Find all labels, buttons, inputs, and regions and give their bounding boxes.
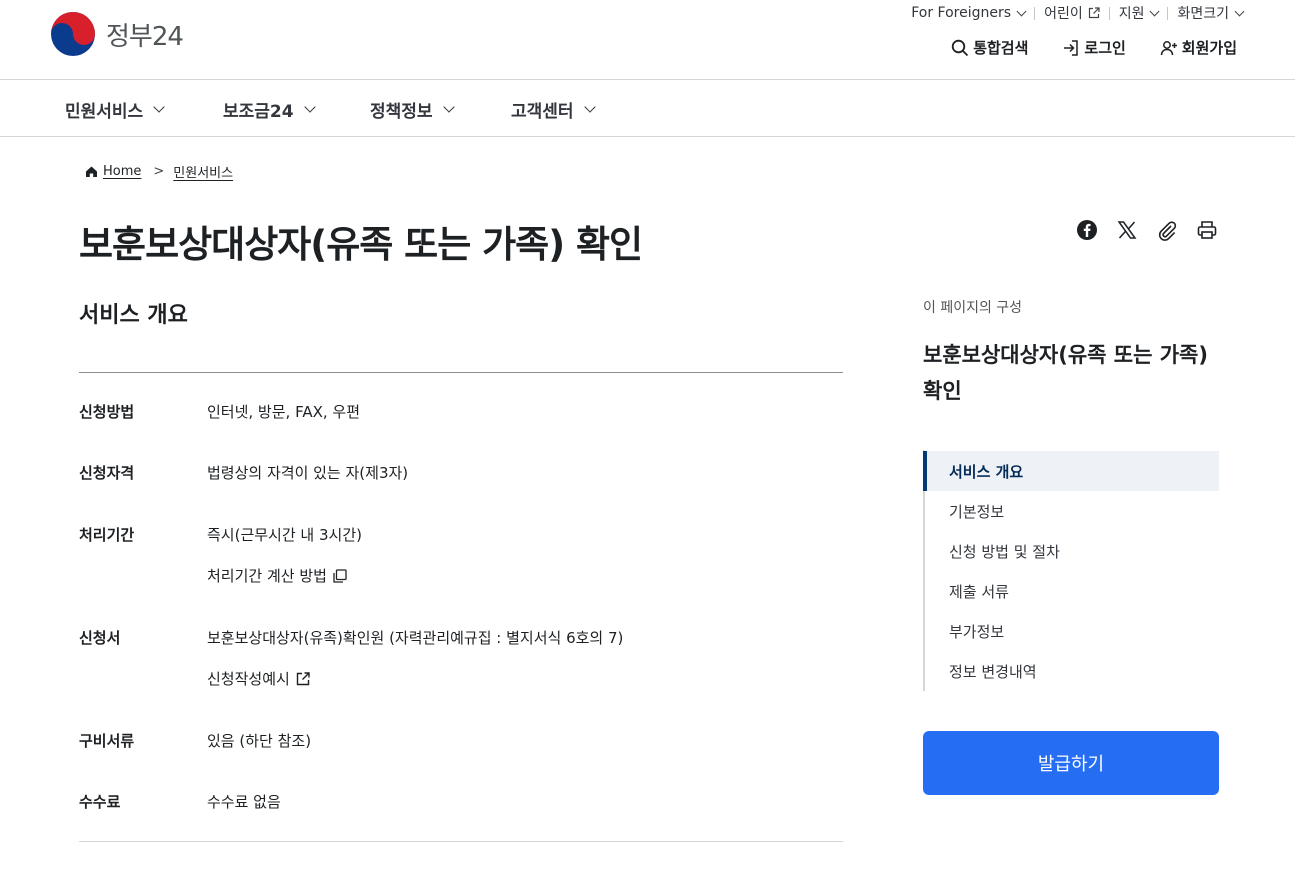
row-label: 신청방법 (79, 403, 135, 421)
screen-size-label: 화면크기 (1177, 6, 1229, 22)
for-foreigners-label: For Foreigners (911, 5, 1012, 21)
row-value-text: 있음 (하단 참조) (207, 732, 312, 750)
row-value: 인터넷, 방문, FAX, 우편 (207, 401, 360, 422)
search-label: 통합검색 (973, 39, 1029, 57)
support-menu[interactable]: 지원 (1118, 4, 1160, 22)
screen-size-menu[interactable]: 화면크기 (1177, 4, 1245, 22)
toc-item-additional-info[interactable]: 부가정보 (925, 611, 1219, 651)
toc-item-documents[interactable]: 제출 서류 (925, 571, 1219, 611)
row-value-text: 인터넷, 방문, FAX, 우편 (207, 403, 360, 421)
breadcrumb-home[interactable]: Home (103, 164, 141, 179)
chevron-down-icon (303, 101, 316, 113)
toc-item-procedure[interactable]: 신청 방법 및 절차 (925, 531, 1219, 571)
nav-civil-service[interactable]: 민원서비스 (65, 97, 165, 122)
nav-subsidy[interactable]: 보조금24 (223, 97, 316, 122)
chevron-down-icon (1016, 6, 1027, 16)
toc-list: 서비스 개요 기본정보 신청 방법 및 절차 제출 서류 부가정보 정보 변경내… (923, 450, 1219, 691)
row-value: 수수료 없음 (207, 791, 281, 812)
kids-link[interactable]: 어린이 (1044, 4, 1100, 22)
search-button[interactable]: 통합검색 (951, 37, 1028, 58)
search-icon (951, 39, 969, 56)
site-header: 정부24 For Foreigners 어린이 지원 화면크기 통합검색 로그인… (0, 0, 1295, 80)
toc-caption: 이 페이지의 구성 (923, 300, 1023, 316)
external-link-icon (296, 671, 310, 685)
row-value-text: 법령상의 자격이 있는 자(제3자) (207, 464, 409, 482)
share-toolbar (1075, 218, 1235, 242)
row-label: 처리기간 (79, 526, 135, 544)
row-value-text: 즉시(근무시간 내 3시간) (207, 526, 362, 544)
divider (1167, 6, 1169, 20)
chevron-down-icon (583, 101, 596, 113)
facebook-share-button[interactable] (1075, 218, 1099, 242)
breadcrumb: Home > 민원서비스 (85, 162, 233, 181)
support-label: 지원 (1118, 6, 1145, 22)
application-example-link[interactable]: 신청작성예시 (207, 668, 311, 689)
popup-icon (333, 568, 347, 583)
chevron-down-icon (1150, 6, 1160, 16)
link-label: 처리기간 계산 방법 (207, 567, 327, 585)
row-value: 보훈보상대상자(유족)확인원 (자력관리예규집 : 별지서식 6호의 7) (207, 627, 623, 648)
header-actions: 통합검색 로그인 회원가입 (917, 37, 1237, 58)
link-icon (1158, 221, 1177, 241)
toc-item-overview[interactable]: 서비스 개요 (923, 451, 1219, 491)
nav-label: 정책정보 (370, 102, 433, 122)
government-emblem-icon (51, 12, 95, 56)
x-share-button[interactable] (1115, 218, 1139, 242)
chevron-down-icon (442, 101, 455, 113)
add-user-icon (1160, 40, 1177, 55)
page-title: 보훈보상대상자(유족 또는 가족) 확인 (79, 223, 643, 266)
kids-label: 어린이 (1044, 6, 1083, 22)
breadcrumb-current[interactable]: 민원서비스 (173, 162, 233, 181)
for-foreigners-menu[interactable]: For Foreigners (911, 4, 1027, 22)
issue-button[interactable]: 발급하기 (923, 731, 1219, 795)
toc-item-change-history[interactable]: 정보 변경내역 (925, 651, 1219, 691)
chevron-down-icon (153, 101, 165, 113)
facebook-icon (1077, 220, 1097, 240)
divider (79, 841, 843, 842)
nav-label: 고객센터 (511, 102, 574, 122)
signup-button[interactable]: 회원가입 (1160, 37, 1237, 58)
print-icon (1197, 221, 1217, 239)
external-link-icon (1088, 7, 1100, 19)
row-label: 구비서류 (79, 732, 135, 750)
nav-customer-center[interactable]: 고객센터 (511, 97, 596, 122)
x-icon (1117, 221, 1137, 239)
link-label: 신청작성예시 (207, 670, 290, 688)
section-title: 서비스 개요 (79, 303, 188, 328)
row-value-text: 수수료 없음 (207, 793, 281, 811)
signup-label: 회원가입 (1181, 39, 1237, 57)
login-icon (1064, 39, 1079, 56)
row-label: 신청자격 (79, 464, 135, 482)
logo-text: 정부24 (106, 21, 184, 52)
nav-label: 민원서비스 (65, 102, 144, 122)
row-value: 즉시(근무시간 내 3시간) (207, 524, 362, 545)
chevron-down-icon (1234, 6, 1245, 16)
login-label: 로그인 (1084, 39, 1126, 57)
row-label: 신청서 (79, 629, 121, 647)
nav-label: 보조금24 (223, 102, 294, 122)
processing-period-calc-link[interactable]: 처리기간 계산 방법 (207, 565, 348, 586)
divider (79, 372, 843, 373)
breadcrumb-separator: > (153, 164, 165, 179)
login-button[interactable]: 로그인 (1062, 37, 1126, 58)
print-button[interactable] (1195, 218, 1219, 242)
divider (1108, 6, 1110, 20)
toc-item-basic-info[interactable]: 기본정보 (925, 491, 1219, 531)
row-value: 있음 (하단 참조) (207, 730, 311, 751)
divider (1034, 6, 1036, 20)
toc-title: 보훈보상대상자(유족 또는 가족) 확인 (923, 343, 1208, 403)
site-logo[interactable]: 정부24 (50, 11, 184, 57)
row-value-text: 보훈보상대상자(유족)확인원 (자력관리예규집 : 별지서식 6호의 7) (207, 629, 624, 647)
row-value: 법령상의 자격이 있는 자(제3자) (207, 462, 408, 483)
copy-link-button[interactable] (1155, 218, 1179, 242)
row-label: 수수료 (79, 793, 121, 811)
home-icon (86, 166, 97, 177)
main-nav: 민원서비스 보조금24 정책정보 고객센터 (0, 80, 1295, 137)
utility-nav: For Foreigners 어린이 지원 화면크기 (911, 4, 1245, 22)
nav-policy[interactable]: 정책정보 (370, 97, 455, 122)
